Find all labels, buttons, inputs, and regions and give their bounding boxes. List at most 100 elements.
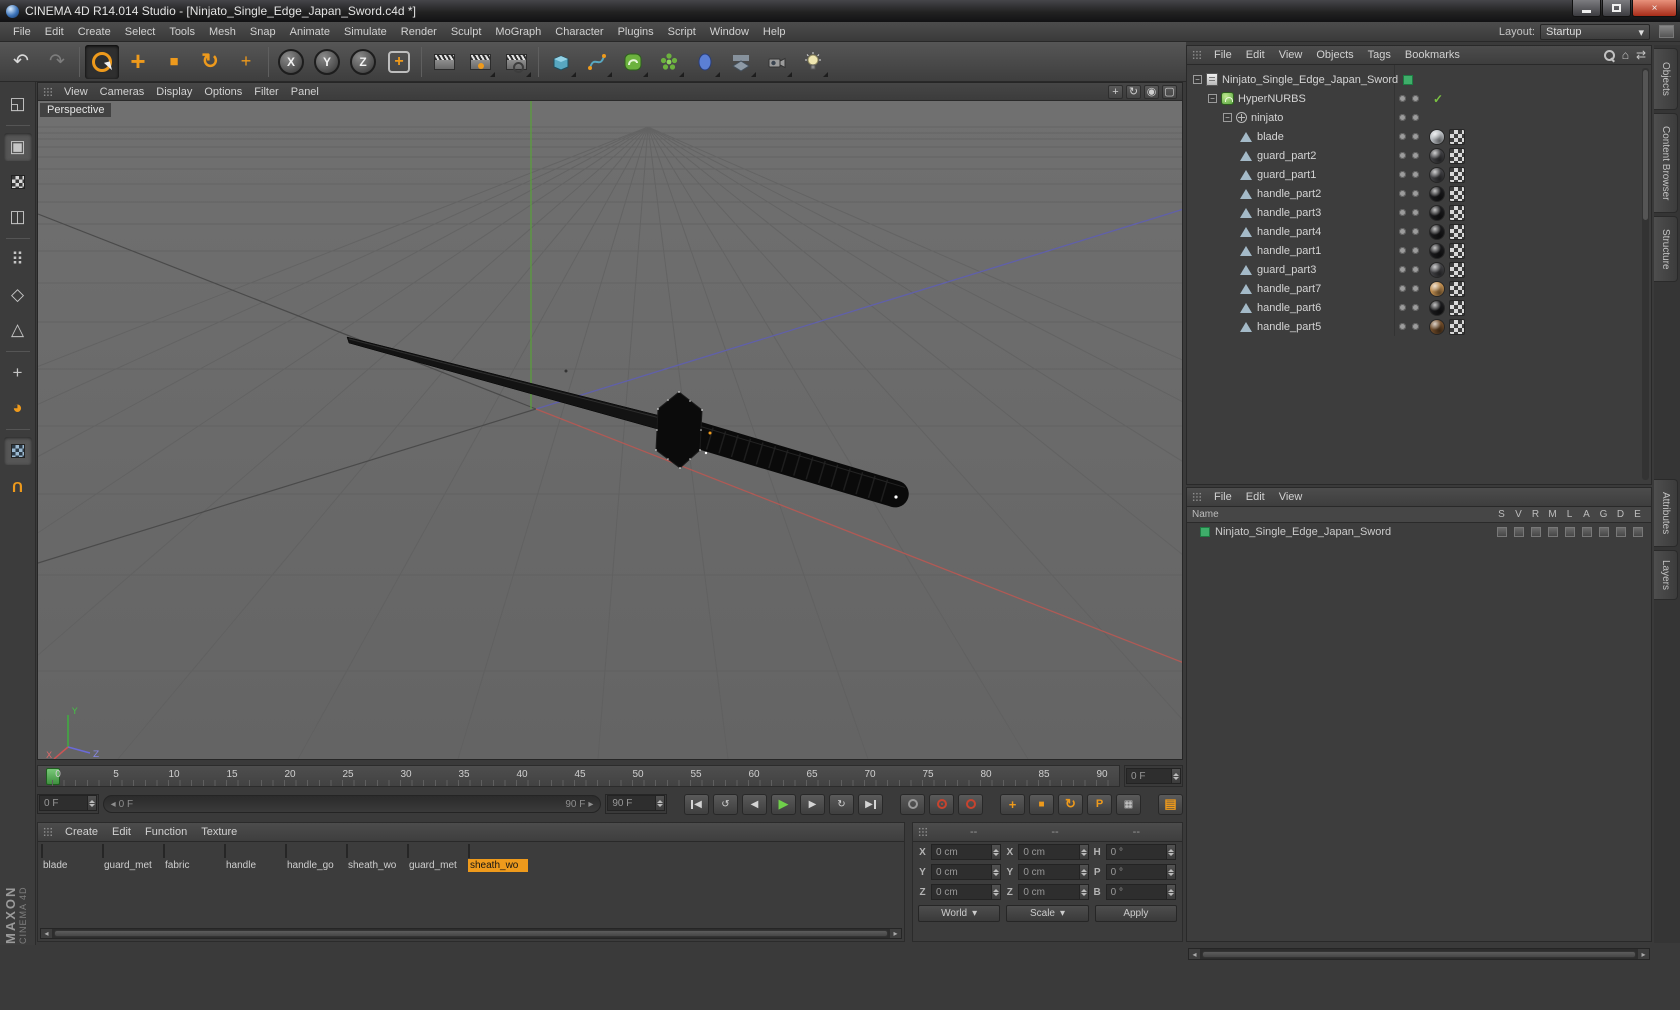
menu-item[interactable]: Character [548,26,610,38]
material-tag-icon[interactable] [1429,128,1445,145]
editor-visibility-dot[interactable] [1399,171,1406,178]
history-arrows-icon[interactable]: ⇄ [1636,48,1646,62]
layer-visible-toggle[interactable] [1513,526,1524,537]
menu-item[interactable]: File [6,26,38,38]
panel-drag-handle[interactable] [43,827,53,837]
menu-item[interactable]: Cameras [94,86,151,98]
editor-visibility-dot[interactable] [1399,285,1406,292]
menu-item[interactable]: MoGraph [488,26,548,38]
stepper[interactable] [1078,845,1088,859]
menu-item[interactable]: Function [138,826,194,838]
material-tag-icon[interactable] [1429,280,1445,297]
toggle-view-icon[interactable]: ▢ [1162,84,1177,99]
texture-axis-mode-button[interactable] [3,437,32,465]
menu-item[interactable]: Sculpt [444,26,489,38]
timeline-ruler[interactable]: 0 5 10 15 20 25 30 35 40 45 50 55 60 65 70 75 80 85 90 [37,765,1120,787]
layer-solo-toggle[interactable] [1496,526,1507,537]
viewport-projection-label[interactable]: Perspective [40,103,112,117]
add-light-button[interactable] [796,45,830,79]
menu-item[interactable]: Help [756,26,793,38]
menu-item[interactable]: Window [703,26,756,38]
editor-visibility-dot[interactable] [1399,266,1406,273]
timeline-palette-button[interactable]: ▤ [1158,793,1183,815]
menu-item[interactable]: View [58,86,94,98]
end-frame-input[interactable]: 90 F [607,795,665,811]
menu-item[interactable]: Edit [1239,491,1272,503]
points-mode-button[interactable]: ⠿ [4,246,32,274]
layer-manager-toggle[interactable] [1547,526,1558,537]
stepper[interactable] [1078,865,1088,879]
stepper[interactable] [991,865,1001,879]
editor-visibility-dot[interactable] [1399,190,1406,197]
play-loop-button[interactable]: ↻ [829,793,854,815]
menu-item[interactable]: Select [118,26,163,38]
render-visibility-dot[interactable] [1412,247,1419,254]
size-input[interactable]: 0 cm [1018,864,1089,880]
tree-item-hypernurbs[interactable]: − HyperNURBS ✓ [1187,89,1651,108]
material-tag-icon[interactable] [1429,223,1445,240]
material-tag-icon[interactable] [1429,299,1445,316]
panel-drag-handle[interactable] [1192,492,1202,502]
menu-item[interactable]: Script [661,26,703,38]
layer-manager-horizontal-scrollbar[interactable]: ◂ ▸ [1188,948,1650,960]
tree-item-ninjato[interactable]: − ninjato [1187,108,1651,127]
layer-deformers-toggle[interactable] [1615,526,1626,537]
material-item[interactable]: guard_met [102,844,162,872]
uvw-tag-icon[interactable] [1449,166,1465,183]
edges-mode-button[interactable]: ◇ [4,281,32,309]
range-left-grip-icon[interactable]: ◂ [111,799,116,810]
lock-y-axis-button[interactable]: Y [310,45,344,79]
editor-visibility-dot[interactable] [1399,95,1406,102]
tree-item-root[interactable]: − Ninjato_Single_Edge_Japan_Sword [1187,70,1651,89]
add-hypernurbs-button[interactable] [616,45,650,79]
last-used-tool[interactable]: + [229,45,263,79]
stepper[interactable] [1165,885,1175,899]
enable-axis-button[interactable]: + [4,359,32,387]
scrollbar-thumb[interactable] [1202,950,1636,958]
layer-row[interactable]: Ninjato_Single_Edge_Japan_Sword [1187,523,1651,540]
menu-item[interactable]: Simulate [337,26,394,38]
menu-item[interactable]: Texture [194,826,244,838]
texture-mode-button[interactable] [4,168,32,196]
stepper[interactable] [991,845,1001,859]
menu-item[interactable]: Tags [1361,49,1398,61]
coordinates-column-header[interactable]: -- [1014,826,1095,838]
viewport-canvas[interactable]: Y Z X Perspective [38,101,1182,759]
close-button[interactable]: × [1632,0,1677,17]
current-frame-input[interactable]: 0 F [1126,768,1181,784]
tab-attributes[interactable]: Attributes [1654,479,1678,547]
pan-view-icon[interactable]: + [1108,84,1123,99]
tab-layers[interactable]: Layers [1654,550,1678,600]
menu-item[interactable]: File [1207,49,1239,61]
layer-expressions-toggle[interactable] [1632,526,1643,537]
move-tool[interactable]: + [121,45,155,79]
menu-item[interactable]: Panel [285,86,325,98]
uvw-tag-icon[interactable] [1449,128,1465,145]
editor-visibility-dot[interactable] [1399,209,1406,216]
uvw-tag-icon[interactable] [1449,299,1465,316]
scroll-left-icon[interactable]: ◂ [1189,949,1200,959]
uvw-tag-icon[interactable] [1449,147,1465,164]
menu-item[interactable]: Animate [283,26,337,38]
uvw-tag-icon[interactable] [1449,204,1465,221]
menu-item[interactable]: Snap [243,26,283,38]
render-settings-button[interactable] [499,45,533,79]
layer-render-toggle[interactable] [1530,526,1541,537]
render-visibility-dot[interactable] [1412,95,1419,102]
menu-item[interactable]: Create [71,26,118,38]
goto-start-button[interactable]: ◀ [684,793,709,815]
coordinates-column-header[interactable]: -- [933,826,1014,838]
uvw-tag-icon[interactable] [1449,280,1465,297]
parameter-key-toggle[interactable]: P [1087,793,1112,815]
pla-key-toggle[interactable]: ▦ [1116,793,1141,815]
editor-visibility-dot[interactable] [1399,152,1406,159]
editor-visibility-dot[interactable] [1399,247,1406,254]
play-button[interactable]: ▶ [771,793,796,815]
tree-item-mesh[interactable]: handle_part7 [1187,279,1651,298]
menu-item[interactable]: File [1207,491,1239,503]
add-deformer-button[interactable] [688,45,722,79]
workplane-mode-button[interactable]: ◫ [4,203,32,231]
render-visibility-dot[interactable] [1412,114,1419,121]
tree-item-mesh[interactable]: guard_part2 [1187,146,1651,165]
search-icon[interactable] [1603,49,1615,61]
